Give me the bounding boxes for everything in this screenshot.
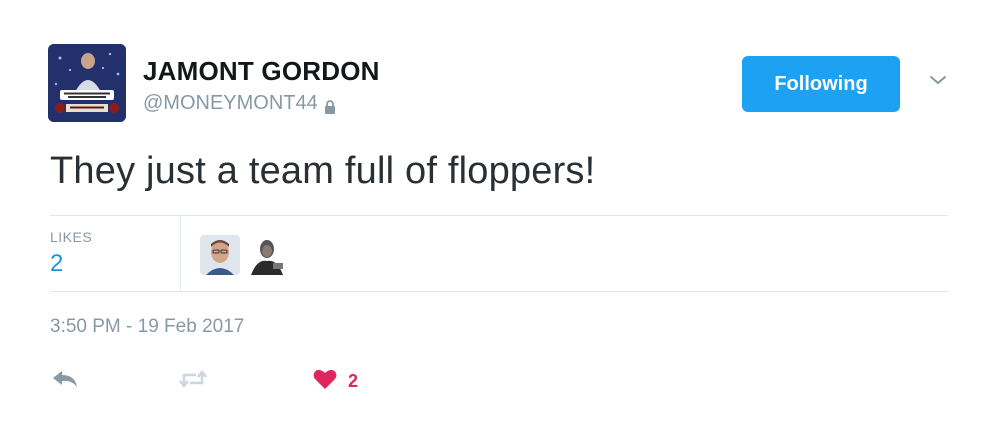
stats-vertical-divider [180,215,181,291]
author-handle-row[interactable]: @MONEYMONT44 [143,92,336,115]
profile-avatar[interactable] [48,44,126,122]
stats-bottom-divider [50,291,948,292]
likes-count[interactable]: 2 [50,250,63,278]
following-button[interactable]: Following [742,56,900,112]
retweet-button[interactable] [178,366,208,396]
heart-icon [312,367,338,396]
like-count: 2 [348,370,359,391]
likes-label: LIKES [50,229,93,245]
author-display-name[interactable]: JAMONT GORDON [143,56,380,87]
author-handle[interactable]: @MONEYMONT44 [143,92,318,115]
avatar-image [48,44,126,122]
stats-top-divider [50,215,948,216]
like-button[interactable]: 2 [312,366,358,396]
liker-avatar-1[interactable] [200,235,240,275]
reply-icon [50,367,80,396]
lock-icon [324,97,336,114]
retweet-icon [178,367,208,396]
liker-avatar-2[interactable] [247,235,287,275]
chevron-down-icon[interactable] [927,72,949,88]
tweet-text: They just a team full of floppers! [50,150,596,192]
tweet-card: JAMONT GORDON @MONEYMONT44 Following The… [0,0,1000,442]
tweet-timestamp[interactable]: 3:50 PM - 19 Feb 2017 [50,316,244,338]
reply-button[interactable] [50,366,80,396]
